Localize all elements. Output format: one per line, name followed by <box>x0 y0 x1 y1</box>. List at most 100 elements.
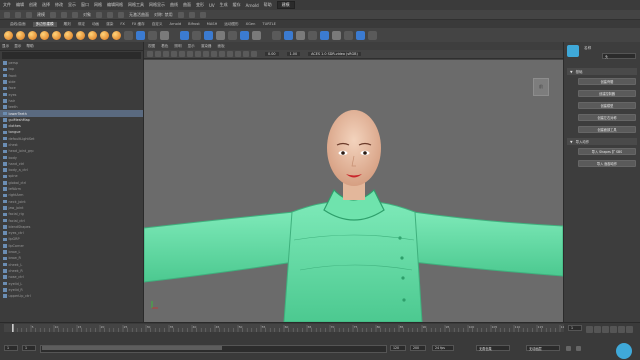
outliner-search-input[interactable] <box>2 52 141 59</box>
viewcube[interactable]: 前 <box>533 78 549 96</box>
shadows-icon[interactable] <box>227 51 233 57</box>
shelf-tab[interactable]: 自定义 <box>152 22 163 27</box>
shelf-tool-icon[interactable] <box>124 30 133 40</box>
outliner-menu-item[interactable]: 帮助 <box>26 44 33 49</box>
shelf-tab[interactable]: 运动图形 <box>224 22 238 27</box>
isolate-select-icon[interactable] <box>243 51 249 57</box>
shelf-tool-icon[interactable] <box>320 30 329 40</box>
render-settings-icon[interactable] <box>199 11 206 18</box>
select-hierarchy-icon[interactable] <box>50 11 56 18</box>
wireframe-icon[interactable] <box>195 51 201 57</box>
time-ruler[interactable]: 5 10 15 20 25 30 35 40 45 50 55 60 65 70 75 80 85 90 95 100… <box>4 324 564 332</box>
live-surface-label[interactable]: 无激活曲面 <box>129 12 149 18</box>
shelf-tab[interactable]: 曲线/曲面 <box>10 22 26 27</box>
ambient-occlusion-icon[interactable] <box>235 51 241 57</box>
ipr-icon[interactable] <box>188 11 195 18</box>
shelf-tool-icon[interactable] <box>272 30 281 40</box>
mode-dropdown[interactable]: 建模 <box>37 12 45 18</box>
playhead[interactable] <box>12 324 14 332</box>
section-main-header[interactable]: ▼ 基础 <box>567 68 637 75</box>
outliner-menu-item[interactable]: 显示 <box>2 44 9 49</box>
bookmark-icon[interactable] <box>155 51 161 57</box>
shelf-primitive-icon[interactable] <box>112 30 121 40</box>
new-scene-icon[interactable] <box>4 11 10 18</box>
open-scene-icon[interactable] <box>15 11 21 18</box>
shelf-tab[interactable]: TURTLE <box>262 22 276 26</box>
shelf-tool-icon[interactable] <box>204 30 213 40</box>
shelf-tab[interactable]: 雕刻 <box>64 22 71 27</box>
go-to-end-icon[interactable] <box>626 326 633 333</box>
shelf-tool-icon[interactable] <box>148 30 157 40</box>
fps-dropdown[interactable]: 24 fps <box>432 345 454 351</box>
play-backward-icon[interactable] <box>602 326 609 333</box>
tool-button[interactable]: 创建骨骼 <box>578 78 636 85</box>
menu-item[interactable]: 变形 <box>196 2 204 8</box>
anim-layer-dropdown[interactable]: 无动画层 <box>526 345 560 351</box>
menu-item[interactable]: 显示 <box>68 2 76 8</box>
shelf-tool-icon[interactable] <box>192 30 201 40</box>
viewport-menu-item[interactable]: 显示 <box>188 44 195 49</box>
shelf-primitive-icon[interactable] <box>40 30 49 40</box>
save-scene-icon[interactable] <box>26 11 32 18</box>
color-space-dropdown[interactable]: ACES 1.0 SDR-video (sRGB) <box>308 52 361 56</box>
smooth-shade-icon[interactable] <box>203 51 209 57</box>
snap-point-icon[interactable] <box>118 11 124 18</box>
prefs-icon[interactable] <box>576 346 581 351</box>
film-gate-icon[interactable] <box>179 51 185 57</box>
snap-grid-icon[interactable] <box>96 11 102 18</box>
go-to-start-icon[interactable] <box>586 326 593 333</box>
shelf-primitive-icon[interactable] <box>4 30 13 40</box>
range-end-field[interactable]: 200 <box>410 345 426 351</box>
section-import-header[interactable]: ▼ 导入动作 <box>567 138 637 145</box>
shelf-tab[interactable]: MASH <box>207 22 218 26</box>
shelf-tool-icon[interactable] <box>252 30 261 40</box>
name-field[interactable]: 头 <box>602 53 636 59</box>
step-back-icon[interactable] <box>594 326 601 333</box>
menu-item[interactable]: 网格工具 <box>128 2 144 8</box>
anim-start-field[interactable]: 1 <box>22 345 36 351</box>
shelf-tool-icon[interactable] <box>296 30 305 40</box>
viewport-menu-item[interactable]: 渲染器 <box>201 44 212 49</box>
current-frame-field[interactable]: 1 <box>568 325 582 331</box>
menu-item[interactable]: 编辑 <box>16 2 24 8</box>
character-set-dropdown[interactable]: 无角色集 <box>476 345 510 351</box>
shelf-primitive-icon[interactable] <box>16 30 25 40</box>
viewport-menu-item[interactable]: 照明 <box>174 44 181 49</box>
shelf-primitive-icon[interactable] <box>64 30 73 40</box>
perspective-viewport[interactable]: 前 <box>144 60 563 322</box>
workspace-dropdown[interactable]: 建模 <box>276 1 295 9</box>
menu-item[interactable]: 曲线 <box>170 2 178 8</box>
shelf-primitive-icon[interactable] <box>88 30 97 40</box>
import-button[interactable]: 导入 面部动作 <box>578 160 636 167</box>
shelf-tab[interactable]: 绑定 <box>78 22 85 27</box>
menu-item[interactable]: 网格 <box>94 2 102 8</box>
tool-button[interactable]: 创建模型 <box>578 102 636 109</box>
tool-button[interactable]: 创建控制器 <box>578 90 636 97</box>
shelf-primitive-icon[interactable] <box>76 30 85 40</box>
symmetry-label[interactable]: 对称: 禁用 <box>154 12 173 18</box>
shelf-tool-icon[interactable] <box>368 30 377 40</box>
viewport-menu-item[interactable]: 着色 <box>161 44 168 49</box>
menu-item[interactable]: 选择 <box>42 2 50 8</box>
range-start-field[interactable]: 1 <box>4 345 18 351</box>
shelf-tool-icon[interactable] <box>180 30 189 40</box>
shelf-primitive-icon[interactable] <box>28 30 37 40</box>
menu-item[interactable]: 生成 <box>220 2 228 8</box>
viewport-menu-item[interactable]: 面板 <box>218 44 225 49</box>
menu-item[interactable]: 创建 <box>29 2 37 8</box>
exposure-field[interactable]: 0.00 <box>265 52 279 56</box>
shelf-tab[interactable]: 渲染 <box>106 22 113 27</box>
snap-curve-icon[interactable] <box>107 11 113 18</box>
shelf-tab[interactable]: XGen <box>246 22 256 26</box>
menu-item[interactable]: 曲面 <box>183 2 191 8</box>
shelf-primitive-icon[interactable] <box>52 30 61 40</box>
record-overlay-icon[interactable] <box>616 343 632 359</box>
tool-button[interactable]: 创建左右对称 <box>578 114 636 121</box>
outliner-menu-item[interactable]: 显示 <box>14 44 21 49</box>
shelf-tool-icon[interactable] <box>228 30 237 40</box>
shelf-tab[interactable]: 多边形建模 <box>32 21 57 27</box>
import-button[interactable]: 导入 Shapes 扩 SBS <box>578 148 636 155</box>
shelf-tool-icon[interactable] <box>216 30 225 40</box>
lights-icon[interactable] <box>219 51 225 57</box>
xray-icon[interactable] <box>251 51 257 57</box>
